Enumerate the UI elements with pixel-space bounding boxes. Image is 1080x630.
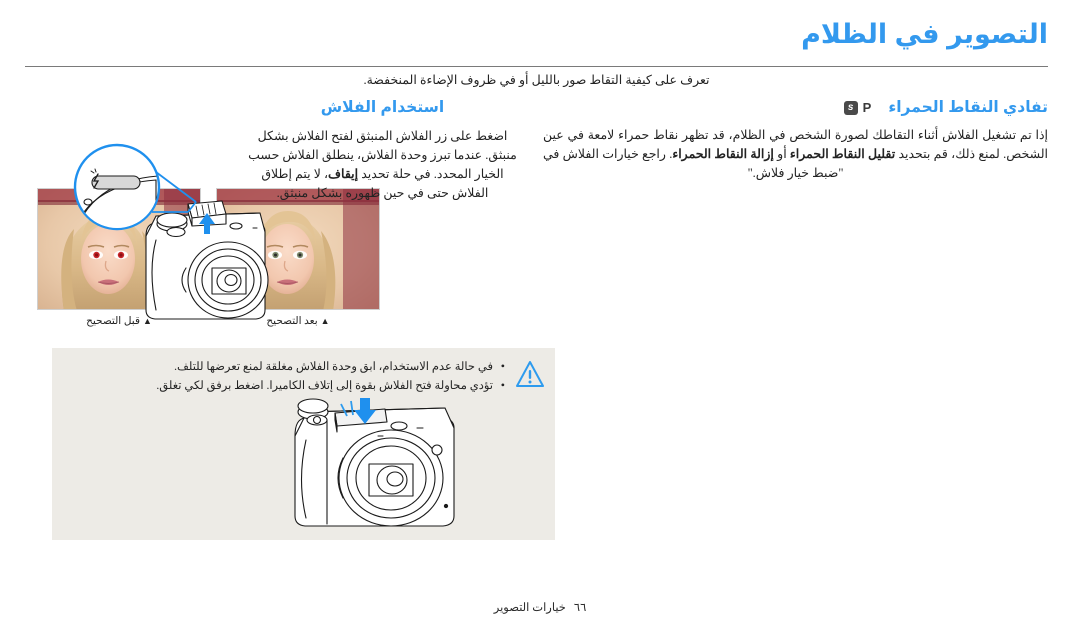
body-text-bold-1: تقليل النقاط الحمراء	[789, 147, 896, 161]
caption-triangle-icon: ▲	[320, 316, 330, 326]
section-heading-row-flash: استخدام الفلاش	[245, 98, 520, 117]
section-body-red-eye: إذا تم تشغيل الفلاش أثناء التقاطك لصورة …	[543, 126, 1048, 183]
camera-close-flash-svg	[294, 398, 455, 527]
footer-page-number: ٦٦	[573, 602, 587, 614]
page-subtitle: تعرف على كيفية التقاط صور بالليل أو في ظ…	[363, 73, 710, 87]
list-item: في حالة عدم الاستخدام، ابق وحدة الفلاش م…	[62, 357, 505, 377]
mode-badge-group: P s	[843, 100, 872, 115]
magnifier-callout-circle	[73, 143, 161, 231]
section-title-using-flash: استخدام الفلاش	[320, 99, 445, 116]
body-text-run-2: أو	[773, 147, 790, 161]
footer-section-label: خيارات التصوير	[493, 602, 566, 614]
camera-flash-button-callout-illustration	[60, 140, 290, 340]
section-heading-row: تفادي النقاط الحمراء P s	[543, 98, 1048, 117]
body-text-bold-2: إزالة النقاط الحمراء	[672, 147, 774, 161]
mode-badge-p: P	[862, 100, 872, 115]
mode-badge-s: s	[843, 100, 858, 115]
warning-triangle-icon	[516, 361, 544, 387]
page-footer: ٦٦ خيارات التصوير	[0, 600, 1080, 614]
flash-body-bold-1: إيقاف	[328, 167, 359, 181]
camera-close-flash-illustration	[265, 388, 505, 538]
camera-callout-svg	[73, 143, 269, 320]
section-title-red-eye: تفادي النقاط الحمراء	[888, 99, 1048, 116]
title-divider	[25, 66, 1048, 67]
page-title: التصوير في الظلام	[801, 19, 1048, 49]
section-red-eye: تفادي النقاط الحمراء P s إذا تم تشغيل ال…	[543, 98, 1048, 183]
